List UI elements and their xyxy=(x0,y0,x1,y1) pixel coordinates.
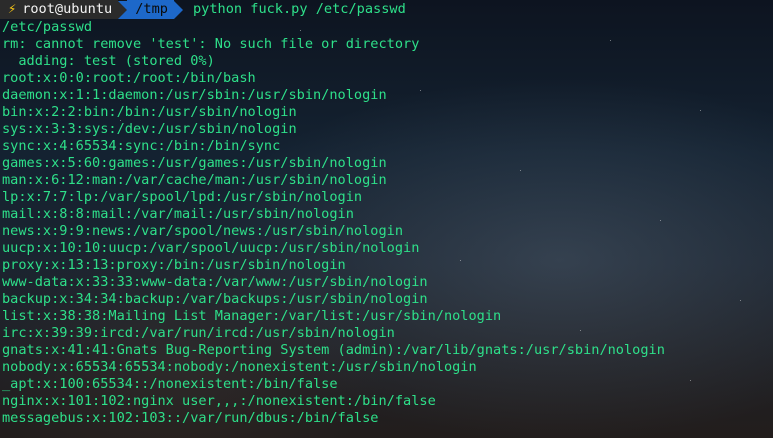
output-line: news:x:9:9:news:/var/spool/news:/usr/sbi… xyxy=(2,223,404,239)
output-line: proxy:x:13:13:proxy:/bin:/usr/sbin/nolog… xyxy=(2,257,346,273)
output-line: bin:x:2:2:bin:/bin:/usr/sbin/nologin xyxy=(2,104,297,120)
output-line: adding: test (stored 0%) xyxy=(2,53,215,69)
output-line: /etc/passwd xyxy=(2,19,93,35)
entered-command: python fuck.py /etc/passwd xyxy=(192,1,406,17)
prompt-user-host: root@ubuntu xyxy=(22,1,113,17)
powerline-separator-icon xyxy=(118,0,128,19)
output-line: root:x:0:0:root:/root:/bin/bash xyxy=(2,70,256,86)
output-line: man:x:6:12:man:/var/cache/man:/usr/sbin/… xyxy=(2,172,387,188)
lightning-icon: ⚡ xyxy=(8,1,17,17)
terminal-window[interactable]: ⚡ root@ubuntu /tmp python fuck.py /etc/p… xyxy=(0,0,773,438)
prompt-user-host-segment: ⚡ root@ubuntu xyxy=(0,0,119,19)
output-line: rm: cannot remove 'test': No such file o… xyxy=(2,36,420,52)
output-line: irc:x:39:39:ircd:/var/run/ircd:/usr/sbin… xyxy=(2,325,395,341)
output-line: _apt:x:100:65534::/nonexistent:/bin/fals… xyxy=(2,376,338,392)
output-line: messagebus:x:102:103::/var/run/dbus:/bin… xyxy=(2,410,379,426)
shell-prompt: ⚡ root@ubuntu /tmp python fuck.py /etc/p… xyxy=(0,0,773,19)
output-line: mail:x:8:8:mail:/var/mail:/usr/sbin/nolo… xyxy=(2,206,354,222)
output-line: sync:x:4:65534:sync:/bin:/bin/sync xyxy=(2,138,281,154)
prompt-cwd-segment: /tmp xyxy=(127,0,174,19)
output-line: sys:x:3:3:sys:/dev:/usr/sbin/nologin xyxy=(2,121,297,137)
output-line: uucp:x:10:10:uucp:/var/spool/uucp:/usr/s… xyxy=(2,240,420,256)
powerline-separator-icon xyxy=(173,0,183,19)
output-line: daemon:x:1:1:daemon:/usr/sbin:/usr/sbin/… xyxy=(2,87,387,103)
output-line: nginx:x:101:102:nginx user,,,:/nonexiste… xyxy=(2,393,436,409)
output-line: nobody:x:65534:65534:nobody:/nonexistent… xyxy=(2,359,477,375)
prompt-cwd: /tmp xyxy=(135,1,168,17)
output-line: list:x:38:38:Mailing List Manager:/var/l… xyxy=(2,308,502,324)
command-output: /etc/passwd rm: cannot remove 'test': No … xyxy=(0,19,773,427)
output-line: www-data:x:33:33:www-data:/var/www:/usr/… xyxy=(2,274,428,290)
output-line: games:x:5:60:games:/usr/games:/usr/sbin/… xyxy=(2,155,387,171)
output-line: backup:x:34:34:backup:/var/backups:/usr/… xyxy=(2,291,428,307)
output-line: gnats:x:41:41:Gnats Bug-Reporting System… xyxy=(2,342,665,358)
output-line: lp:x:7:7:lp:/var/spool/lpd:/usr/sbin/nol… xyxy=(2,189,363,205)
